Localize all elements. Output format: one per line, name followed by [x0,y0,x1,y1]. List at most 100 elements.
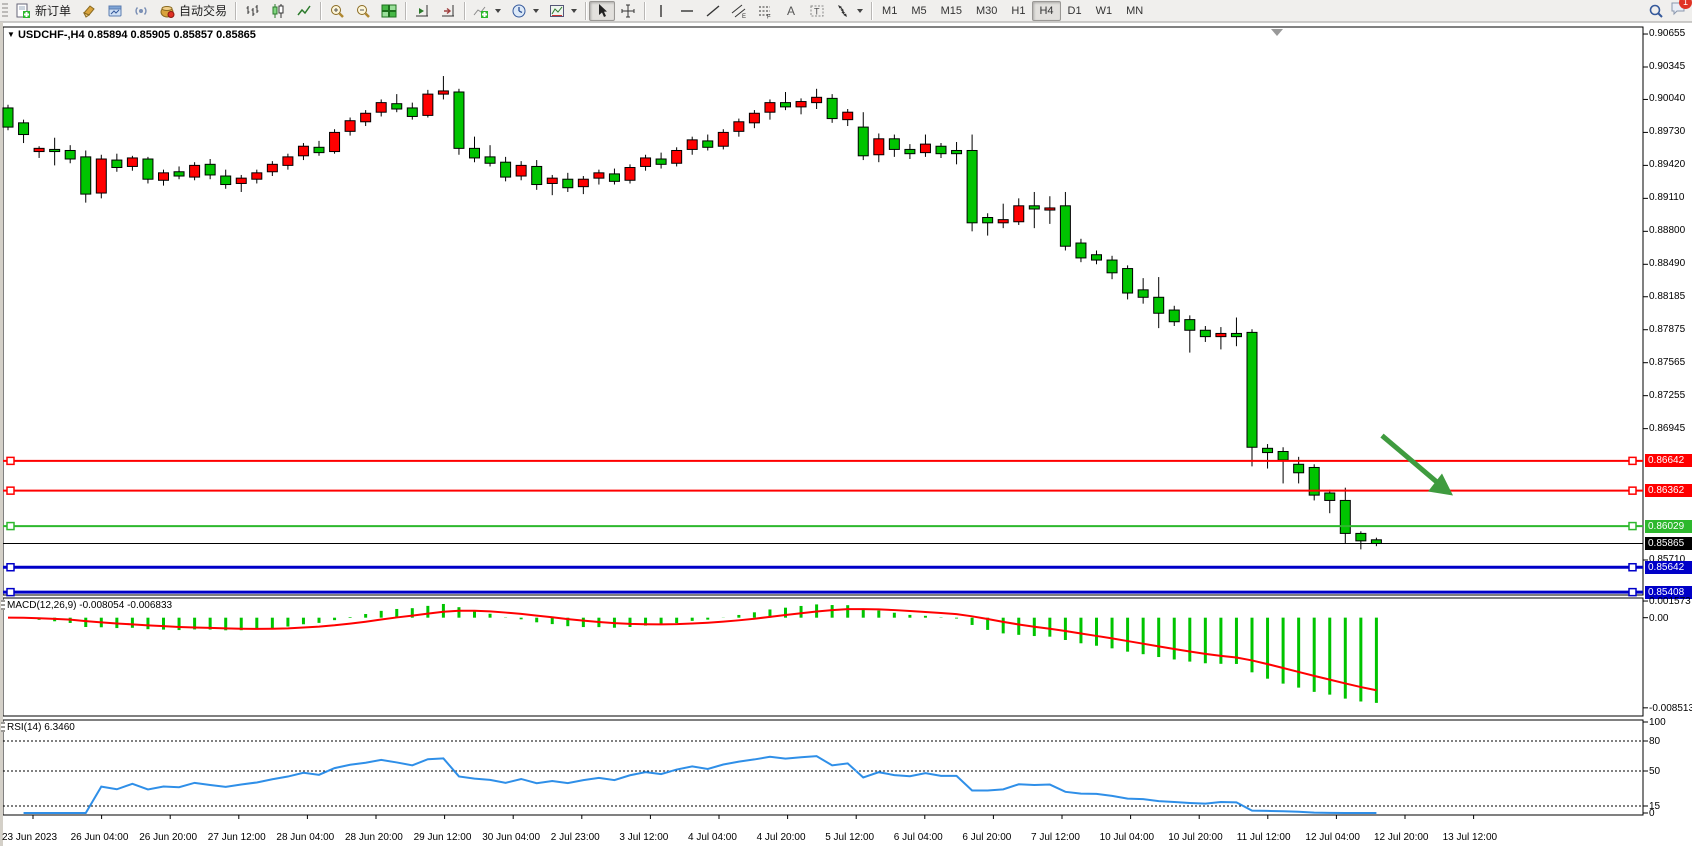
arrows-tool-button[interactable] [830,1,868,21]
styles-icon [81,3,97,19]
candle-body [485,157,495,163]
line-handle[interactable] [1629,589,1636,596]
zoom-out-button[interactable] [350,1,376,21]
candle-body [609,174,619,181]
auto-trading-button[interactable]: 自动交易 [154,1,232,21]
rsi-panel[interactable] [3,720,1643,815]
time-axis-label: 3 Jul 12:00 [619,832,668,843]
candle-body [1014,206,1024,222]
indicators-button[interactable] [468,1,506,21]
candle-body [298,146,308,156]
candle-body [843,112,853,119]
cursor-tool-button[interactable] [589,1,615,21]
price-axis-label: 0.87565 [1649,357,1685,369]
crosshair-tool-button[interactable] [615,1,641,21]
periods-button[interactable] [506,1,544,21]
period-button-W1[interactable]: W1 [1089,1,1120,21]
trendline-tool-button[interactable] [700,1,726,21]
line-chart-button[interactable] [291,1,317,21]
candlestick-chart-button[interactable] [265,1,291,21]
fibonacci-tool-button[interactable]: F [752,1,778,21]
line-handle[interactable] [7,487,14,494]
text-label-tool-button[interactable]: T [804,1,830,21]
period-button-D1[interactable]: D1 [1061,1,1089,21]
chart-canvas[interactable] [0,0,1692,846]
price-line-tag: 0.85642 [1645,561,1692,574]
period-button-H1[interactable]: H1 [1004,1,1032,21]
time-axis-label: 28 Jun 20:00 [345,832,403,843]
channel-tool-button[interactable]: E [726,1,752,21]
line-handle[interactable] [1629,457,1636,464]
candle-body [267,164,277,171]
candle-body [920,144,930,153]
candle-body [438,91,448,94]
candle-body [283,157,293,166]
tile-windows-icon [381,3,397,19]
candle-body [1169,310,1179,322]
line-handle[interactable] [1629,487,1636,494]
candle-body [127,158,137,167]
candlestick-chart-icon [270,3,286,19]
time-axis-label: 13 Jul 12:00 [1443,832,1498,843]
line-handle[interactable] [7,457,14,464]
line-handle[interactable] [1629,564,1636,571]
signals-button[interactable] [128,1,154,21]
candle-body [50,149,60,151]
templates-caret-icon [571,9,577,13]
arrows-icon [835,3,851,19]
tile-windows-button[interactable] [376,1,402,21]
candle-body [236,178,246,183]
rsi-axis-label: 80 [1649,736,1660,748]
chart-expand-icon[interactable]: ▼ [7,30,15,39]
macd-panel[interactable] [3,598,1643,716]
rsi-panel-grip[interactable] [1,722,5,732]
auto-scroll-button[interactable] [409,1,435,21]
candle-body [563,179,573,188]
period-button-MN[interactable]: MN [1119,1,1150,21]
chart-title: ▼ USDCHF-,H4 0.85894 0.85905 0.85857 0.8… [7,29,256,41]
horizontal-line-tool-button[interactable] [674,1,700,21]
candle-body [641,158,651,167]
line-handle[interactable] [1629,523,1636,530]
toolbar-grip[interactable] [2,3,8,19]
candle-body [812,97,822,102]
period-button-M1[interactable]: M1 [875,1,904,21]
candle-body [578,179,588,186]
candle-body [501,162,511,177]
candle-body [1185,320,1195,331]
search-icon[interactable] [1648,3,1664,19]
line-handle[interactable] [7,564,14,571]
line-handle[interactable] [7,589,14,596]
zoom-in-button[interactable] [324,1,350,21]
bar-chart-button[interactable] [239,1,265,21]
new-order-button[interactable]: 新订单 [10,1,76,21]
market-watch-button[interactable] [102,1,128,21]
period-button-M15[interactable]: M15 [934,1,969,21]
period-button-M30[interactable]: M30 [969,1,1004,21]
chat-button[interactable]: 1 [1670,0,1686,21]
time-axis-label: 23 Jun 2023 [2,832,57,843]
time-axis-label: 30 Jun 04:00 [482,832,540,843]
candle-body [345,121,355,132]
vertical-line-tool-button[interactable] [648,1,674,21]
chart-shift-button[interactable] [435,1,461,21]
candle-body [252,173,262,179]
price-axis-label: 0.89110 [1649,192,1684,204]
price-line-tag: 0.86362 [1645,484,1692,497]
candle-body [330,132,340,151]
candle-body [1045,208,1055,210]
macd-panel-grip[interactable] [1,600,5,610]
candle-body [454,92,464,148]
candle-body [827,98,837,118]
macd-label: MACD(12,26,9) -0.008054 -0.006833 [7,600,172,611]
line-handle[interactable] [7,523,14,530]
candle-body [96,159,106,193]
period-button-H4[interactable]: H4 [1032,1,1060,21]
styles-button[interactable] [76,1,102,21]
period-button-M5[interactable]: M5 [904,1,933,21]
candle-body [936,146,946,153]
candle-body [1340,500,1350,533]
templates-button[interactable] [544,1,582,21]
text-tool-button[interactable]: A [778,1,804,21]
main-chart-panel[interactable] [3,27,1643,595]
